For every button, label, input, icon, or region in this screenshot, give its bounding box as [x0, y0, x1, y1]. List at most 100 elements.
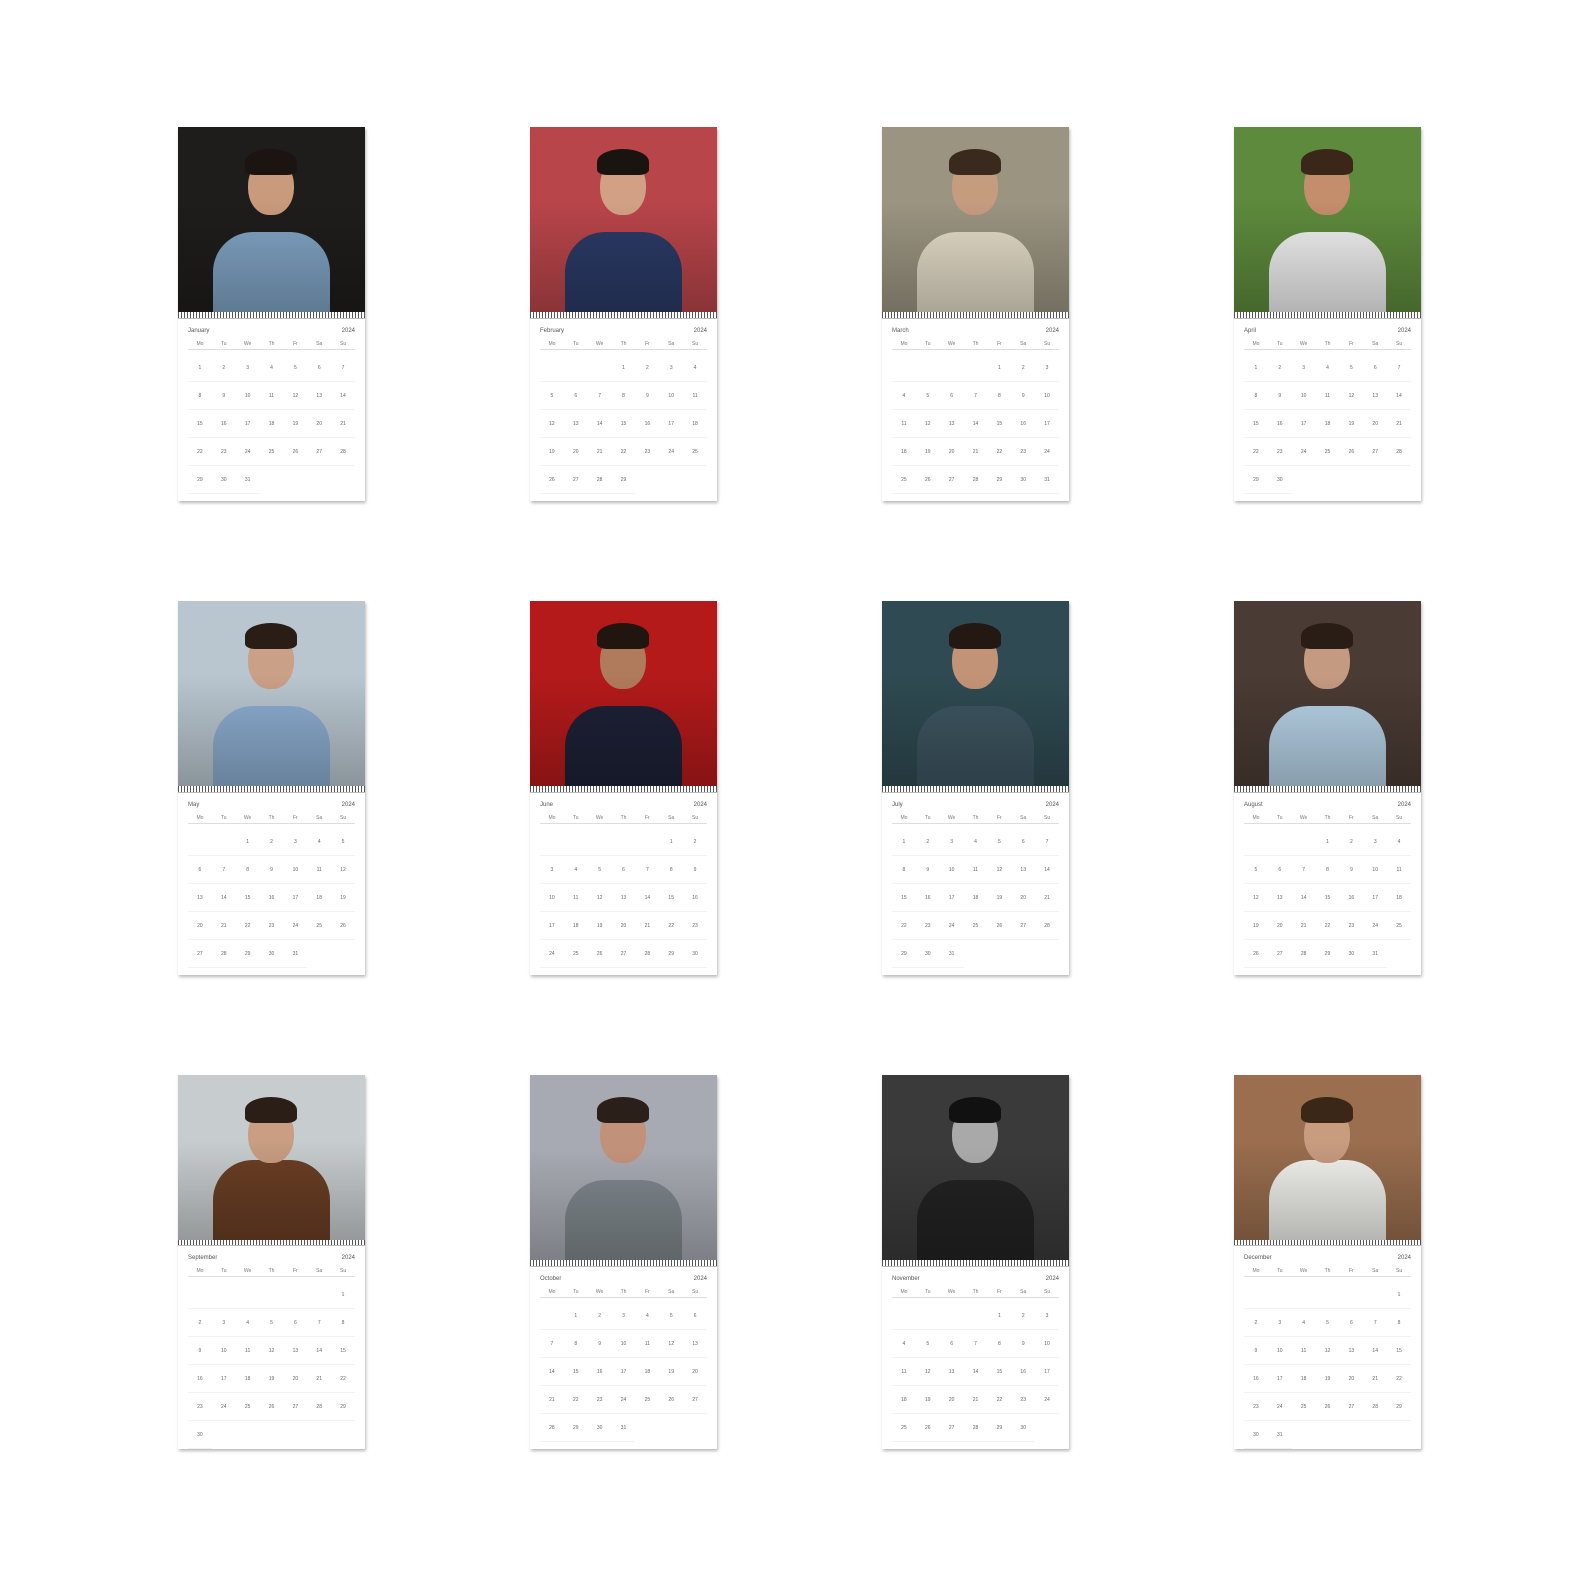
day-cell: 7: [1035, 828, 1059, 856]
day-cell: 30: [1339, 940, 1364, 968]
day-cell: 1: [1244, 354, 1268, 382]
weekday-label: Mo: [548, 1289, 556, 1295]
day-cell: 21: [963, 438, 988, 466]
day-cell: 28: [540, 1414, 564, 1442]
day-cell: 1: [1387, 1281, 1411, 1309]
spiral-binding: [530, 312, 717, 319]
month-name: October: [540, 1276, 562, 1282]
weekday-label: Tu: [1276, 341, 1283, 347]
day-cell: 10: [1363, 856, 1388, 884]
day-cell: 3: [1035, 1302, 1059, 1330]
weekday-label: Tu: [572, 341, 579, 347]
day-cell: 4: [307, 828, 332, 856]
day-cell: 16: [1011, 410, 1036, 438]
day-cell: 16: [1267, 410, 1292, 438]
day-cell: 22: [1387, 1365, 1411, 1393]
day-cell: 24: [1363, 912, 1388, 940]
day-cell: 7: [587, 382, 612, 410]
day-cell: 15: [1315, 884, 1340, 912]
day-cell: 26: [540, 466, 564, 494]
day-cell: 7: [963, 382, 988, 410]
day-cell: 18: [892, 1386, 916, 1414]
day-cell: 14: [211, 884, 236, 912]
day-cell: 18: [259, 410, 284, 438]
day-cell: 27: [283, 1393, 308, 1421]
day-cell: 5: [1244, 856, 1268, 884]
month-name: November: [892, 1276, 920, 1282]
month-photo: [882, 601, 1069, 786]
day-cell: 8: [659, 856, 684, 884]
day-cell: 2: [1011, 1302, 1036, 1330]
day-cell: 9: [683, 856, 707, 884]
day-cell: 11: [1387, 856, 1411, 884]
day-cell: 4: [259, 354, 284, 382]
day-cell: 22: [987, 438, 1012, 466]
day-cell: 31: [939, 940, 964, 968]
month-name: April: [1244, 328, 1257, 334]
day-cell: 26: [331, 912, 355, 940]
month-photo: [530, 601, 717, 786]
day-cell: 21: [331, 410, 355, 438]
day-cell: 11: [963, 856, 988, 884]
year-label: 2024: [693, 328, 707, 334]
day-cell: 27: [1339, 1393, 1364, 1421]
weekday-label: We: [947, 1289, 956, 1295]
day-cell: 14: [307, 1337, 332, 1365]
weekday-label: Su: [1044, 341, 1051, 347]
day-cell: 12: [283, 382, 308, 410]
day-cell: 8: [563, 1330, 588, 1358]
year-label: 2024: [1045, 802, 1059, 808]
day-cell: 30: [211, 466, 236, 494]
day-cell: 30: [587, 1414, 612, 1442]
day-cell: 31: [235, 466, 260, 494]
weekday-label: Th: [620, 1289, 627, 1295]
month-grid: February 2024 Mo Tu We Th Fr Sa Su 1 2 3 4 5 6 7 8 9 10 11 1…: [530, 319, 717, 501]
day-cell: 16: [635, 410, 660, 438]
day-cell: 11: [1315, 382, 1340, 410]
day-cell: 1: [563, 1302, 588, 1330]
day-cell: 22: [563, 1386, 588, 1414]
weekday-label: Fr: [996, 1289, 1002, 1295]
day-cell: 1: [331, 1281, 355, 1309]
weekday-label: Th: [268, 1268, 275, 1274]
day-cell: 25: [1291, 1393, 1316, 1421]
day-cell: 8: [1387, 1309, 1411, 1337]
day-cell: 5: [987, 828, 1012, 856]
day-cell: 31: [611, 1414, 636, 1442]
day-cell: 24: [659, 438, 684, 466]
day-cell: 10: [235, 382, 260, 410]
weekday-label: We: [595, 341, 604, 347]
day-cell: 2: [1339, 828, 1364, 856]
day-cell: 23: [1011, 1386, 1036, 1414]
month-photo: [1234, 127, 1421, 312]
day-cell: 12: [1339, 382, 1364, 410]
day-cell: 9: [915, 856, 940, 884]
day-cell: 11: [635, 1330, 660, 1358]
month-name: September: [188, 1255, 218, 1261]
day-cell: 28: [1291, 940, 1316, 968]
day-cell: 16: [683, 884, 707, 912]
weekday-label: Su: [692, 815, 699, 821]
day-cell: 25: [892, 1414, 916, 1442]
day-cell: 19: [915, 438, 940, 466]
day-cell: 4: [235, 1309, 260, 1337]
weekday-label: Su: [340, 341, 347, 347]
day-cell: 11: [1291, 1337, 1316, 1365]
day-cell: 20: [1011, 884, 1036, 912]
day-cell: 11: [892, 1358, 916, 1386]
weekday-label: Mo: [1252, 341, 1260, 347]
day-cell: 17: [540, 912, 564, 940]
day-cell: 31: [283, 940, 308, 968]
day-cell: 3: [611, 1302, 636, 1330]
weekday-label: Sa: [668, 341, 675, 347]
day-cell: 8: [1315, 856, 1340, 884]
day-cell: 1: [188, 354, 212, 382]
month-photo: [530, 1075, 717, 1260]
day-cell: 17: [1035, 410, 1059, 438]
weekday-label: Sa: [1372, 815, 1379, 821]
day-cell: 8: [188, 382, 212, 410]
day-cell: 10: [611, 1330, 636, 1358]
day-cell: 19: [540, 438, 564, 466]
year-label: 2024: [341, 1255, 355, 1261]
weekday-label: We: [595, 1289, 604, 1295]
